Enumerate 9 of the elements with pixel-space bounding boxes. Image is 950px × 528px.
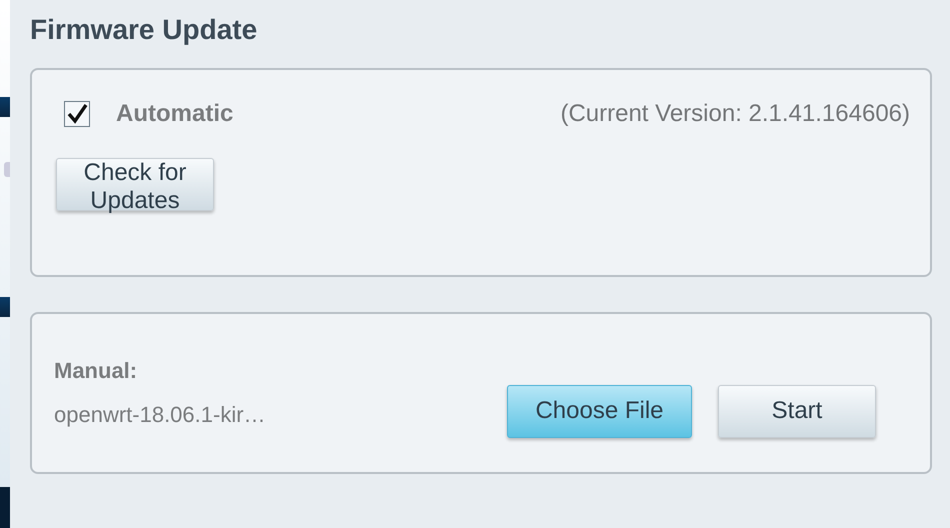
file-name: openwrt-18.06.1-kir… <box>54 402 266 428</box>
manual-label: Manual: <box>54 358 138 384</box>
section-title: Firmware Update <box>30 14 258 46</box>
start-button[interactable]: Start <box>718 384 876 438</box>
checkbox-label: Automatic <box>116 100 234 128</box>
choose-file-button[interactable]: Choose File <box>507 384 692 438</box>
version-text: (Current Version: 2.1.41.164606) <box>560 100 910 128</box>
checkbox[interactable] <box>64 101 90 127</box>
check-updates-button[interactable]: Check for Updates <box>56 158 214 211</box>
